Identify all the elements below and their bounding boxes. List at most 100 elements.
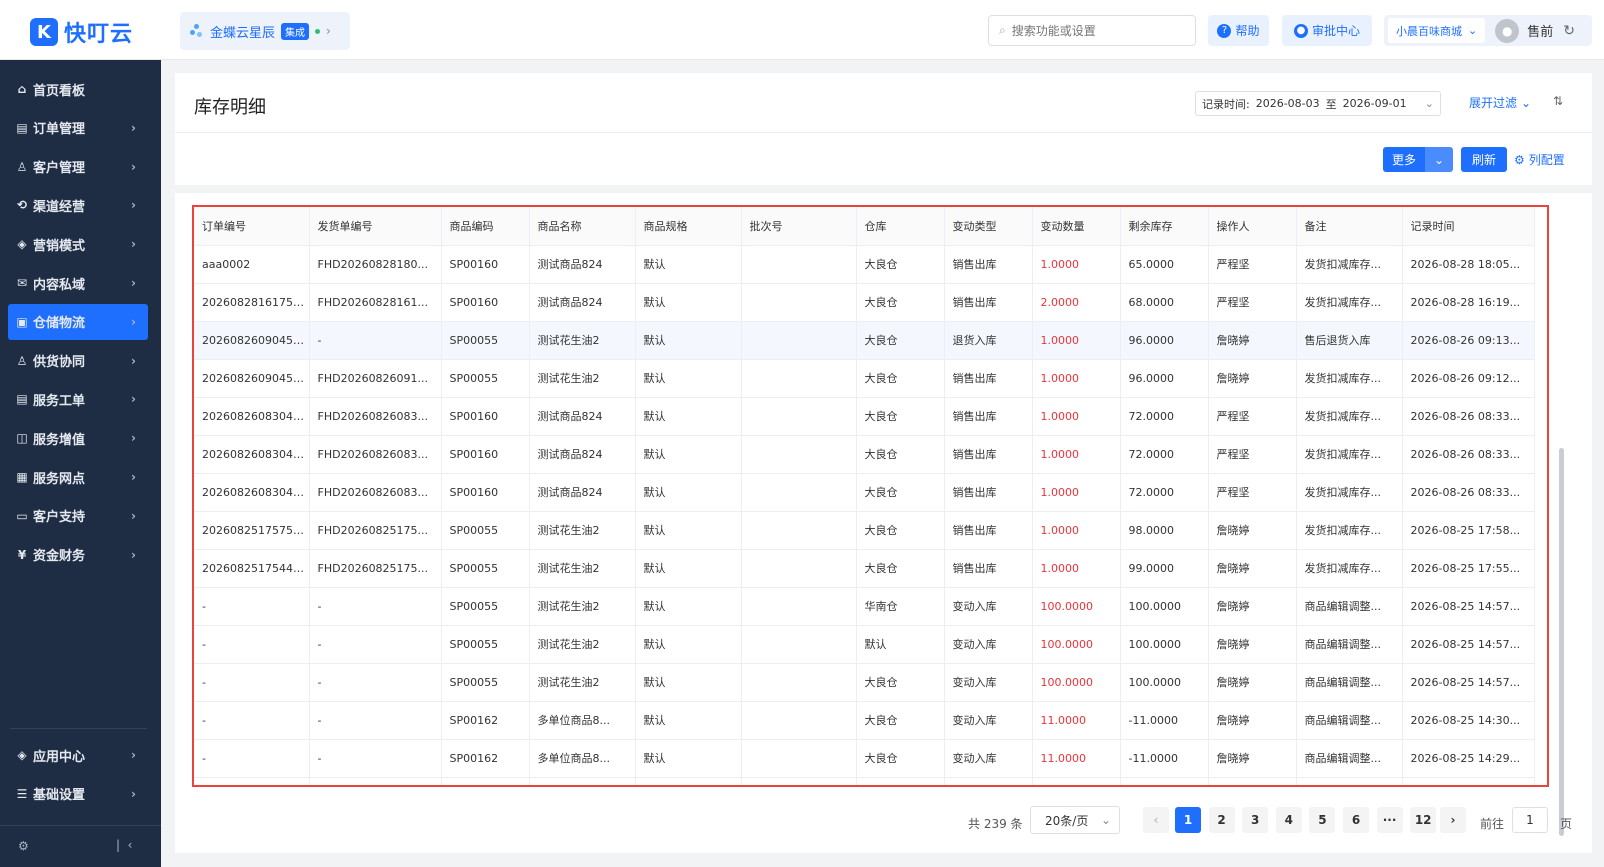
collapse-sidebar-icon[interactable]: | ‹ xyxy=(116,838,132,852)
reload-icon[interactable]: ↻ xyxy=(1563,23,1575,39)
page-button[interactable]: 1 xyxy=(1175,807,1201,833)
sidebar-item-10[interactable]: ▦ 服务网点 › xyxy=(8,459,148,495)
table-cell: 默认 xyxy=(635,549,742,588)
expand-filter-link[interactable]: 展开过滤 ⌄ xyxy=(1469,94,1531,111)
table-cell: 11.0000 xyxy=(1032,701,1121,740)
table-row[interactable]: 20260826083048... FHD20260826083... SP0016… xyxy=(194,473,1535,512)
sidebar-item-1[interactable]: ▤ 订单管理 › xyxy=(8,110,148,146)
store-selector[interactable]: 小晨百味商城 ⌄ xyxy=(1388,18,1486,43)
sidebar-item-6[interactable]: ▣ 仓储物流 › xyxy=(8,303,148,340)
column-header[interactable]: 变动类型 xyxy=(944,207,1033,246)
approval-center-button[interactable]: ● 审批中心 xyxy=(1282,15,1372,46)
page-button[interactable]: 4 xyxy=(1275,807,1302,833)
user-name[interactable]: 售前 xyxy=(1527,21,1553,40)
page-button[interactable]: 6 xyxy=(1343,807,1369,833)
sidebar-item-4[interactable]: ◈ 营销模式 › xyxy=(8,226,148,262)
column-header[interactable]: 仓库 xyxy=(856,207,945,246)
page-button[interactable]: 5 xyxy=(1309,807,1336,833)
next-page-button[interactable]: › xyxy=(1440,807,1466,833)
search-box[interactable]: ⌕ xyxy=(988,15,1196,46)
sidebar-item-label: 服务网点 xyxy=(33,471,86,487)
column-header[interactable]: 订单编号 xyxy=(194,207,310,246)
sort-icon[interactable]: ⇅ xyxy=(1553,94,1563,108)
table-cell: SP00160 xyxy=(441,473,530,512)
total-count: 共 239 条 xyxy=(968,817,1023,831)
sidebar-item-7[interactable]: ♙ 供货协同 › xyxy=(8,343,148,379)
table-row[interactable]: 20260826090455... FHD20260826091... SP0005… xyxy=(194,359,1535,398)
column-config-link[interactable]: ⚙ 列配置 xyxy=(1514,151,1565,168)
column-header[interactable]: 备注 xyxy=(1296,207,1403,246)
product-switcher[interactable]: 金蝶云星辰 集成 › xyxy=(180,12,350,50)
date-end[interactable]: 2026-09-01 xyxy=(1343,97,1407,110)
column-header[interactable]: 发货单编号 xyxy=(309,207,442,246)
gear-icon[interactable]: ⚙ xyxy=(18,839,29,853)
column-header[interactable]: 商品名称 xyxy=(529,207,636,246)
table-cell xyxy=(741,283,857,322)
search-icon: ⌕ xyxy=(999,23,1006,37)
page-button[interactable]: 12 xyxy=(1410,807,1437,833)
column-header[interactable]: 商品规格 xyxy=(635,207,742,246)
column-header[interactable]: 变动数量 xyxy=(1032,207,1121,246)
sidebar-item-11[interactable]: ▭ 客户支持 › xyxy=(8,498,148,534)
sidebar-divider xyxy=(10,728,147,729)
page-size-select[interactable]: 20条/页 ⌄ xyxy=(1030,806,1120,834)
table-row[interactable]: --SP00162多单位商品8...默认大良仓变动入库11.0000-11.00… xyxy=(194,739,1535,778)
table-row[interactable]: --SP00162多单位商品8...默认大良仓变动入库11.0000-11.00… xyxy=(194,777,1535,785)
date-range-picker[interactable]: 记录时间: 2026-08-03 至 2026-09-01 ⌄ xyxy=(1195,91,1441,116)
table-cell: 发货扣减库存... xyxy=(1296,245,1403,284)
column-header[interactable]: 操作人 xyxy=(1208,207,1297,246)
table-row[interactable]: 20260825175445... FHD20260825175... SP0005… xyxy=(194,549,1535,588)
table-cell: - xyxy=(309,777,442,785)
help-button[interactable]: ? 帮助 xyxy=(1208,15,1269,46)
sidebar-item-5[interactable]: ✉ 内容私域 › xyxy=(8,265,148,301)
table-cell: 100.0000 xyxy=(1032,663,1121,702)
sidebar-item-8[interactable]: ▤ 服务工单 › xyxy=(8,381,148,417)
avatar[interactable]: ● xyxy=(1495,18,1520,43)
chevron-down-icon[interactable]: ⌄ xyxy=(1425,147,1454,172)
table-row[interactable]: - - SP00055 测试花生油2 默认 华南仓 变动入库 100.0000 100.0000… xyxy=(194,587,1535,626)
goto-page-input[interactable] xyxy=(1512,807,1548,833)
app-logo[interactable]: K 快叮云 xyxy=(30,16,133,48)
table-cell: 发货扣减库存... xyxy=(1296,435,1403,474)
chevron-right-icon: › xyxy=(131,237,136,252)
table-cell: 大良仓 xyxy=(856,549,945,588)
sidebar-item-label: 首页看板 xyxy=(33,83,86,99)
search-input[interactable] xyxy=(1011,23,1182,38)
vertical-scrollbar[interactable] xyxy=(1559,448,1564,836)
table-cell: 销售出库 xyxy=(944,435,1033,474)
page-button[interactable]: 3 xyxy=(1242,807,1269,833)
table-row[interactable]: - - SP00055 测试花生油2 默认 默认 变动入库 100.0000 100.0000 詹… xyxy=(194,625,1535,664)
sidebar-item-101[interactable]: ☰ 基础设置 › xyxy=(8,776,148,812)
table-row[interactable]: 20260826090455... - SP00055 测试花生油2 默认 大良仓 退货入库… xyxy=(194,321,1535,360)
sidebar-item-12[interactable]: ¥ 资金财务 › xyxy=(8,537,148,573)
table-cell: aaa0002 xyxy=(194,245,310,284)
table-row[interactable]: 20260826083048... FHD20260826083... SP0016… xyxy=(194,435,1535,474)
table-row[interactable]: - - SP00055 测试花生油2 默认 大良仓 变动入库 100.0000 100.0000… xyxy=(194,663,1535,702)
table-cell xyxy=(741,359,857,398)
page-button[interactable]: 2 xyxy=(1208,807,1235,833)
more-label[interactable]: 更多 xyxy=(1383,147,1426,172)
chevron-right-icon: › xyxy=(131,392,136,407)
approval-label: 审批中心 xyxy=(1311,24,1360,38)
column-header[interactable]: 批次号 xyxy=(741,207,857,246)
column-header[interactable]: 商品编码 xyxy=(441,207,530,246)
sidebar-item-2[interactable]: ♙ 客户管理 › xyxy=(8,149,148,185)
table-cell: 11.0000 xyxy=(1032,777,1121,785)
table-row[interactable]: 20260828161758... FHD20260828161... SP0016… xyxy=(194,283,1535,322)
more-button[interactable]: 更多 ⌄ xyxy=(1383,147,1454,172)
table-row[interactable]: 20260825175756... FHD20260825175... SP0005… xyxy=(194,511,1535,550)
table-cell: 大良仓 xyxy=(856,701,945,740)
prev-page-button[interactable]: ‹ xyxy=(1143,807,1169,833)
column-header[interactable]: 记录时间 xyxy=(1402,207,1535,246)
sidebar-item-9[interactable]: ◫ 服务增值 › xyxy=(8,420,148,456)
table-row[interactable]: --SP00162多单位商品8...默认大良仓变动入库11.0000-11.00… xyxy=(194,701,1535,740)
date-start[interactable]: 2026-08-03 xyxy=(1256,97,1320,110)
sidebar-item-0[interactable]: ⌂ 首页看板 xyxy=(8,71,148,107)
column-header[interactable]: 剩余库存 xyxy=(1120,207,1209,246)
page-button[interactable]: ··· xyxy=(1376,807,1403,833)
sidebar-item-3[interactable]: ⟲ 渠道经营 › xyxy=(8,187,148,223)
refresh-button[interactable]: 刷新 xyxy=(1461,147,1507,172)
sidebar-item-100[interactable]: ◈ 应用中心 › xyxy=(8,737,148,773)
table-row[interactable]: 20260826083048... FHD20260826083... SP0016… xyxy=(194,397,1535,436)
table-row[interactable]: aaa0002 FHD20260828180... SP00160 测试商品824 默认… xyxy=(194,245,1535,284)
